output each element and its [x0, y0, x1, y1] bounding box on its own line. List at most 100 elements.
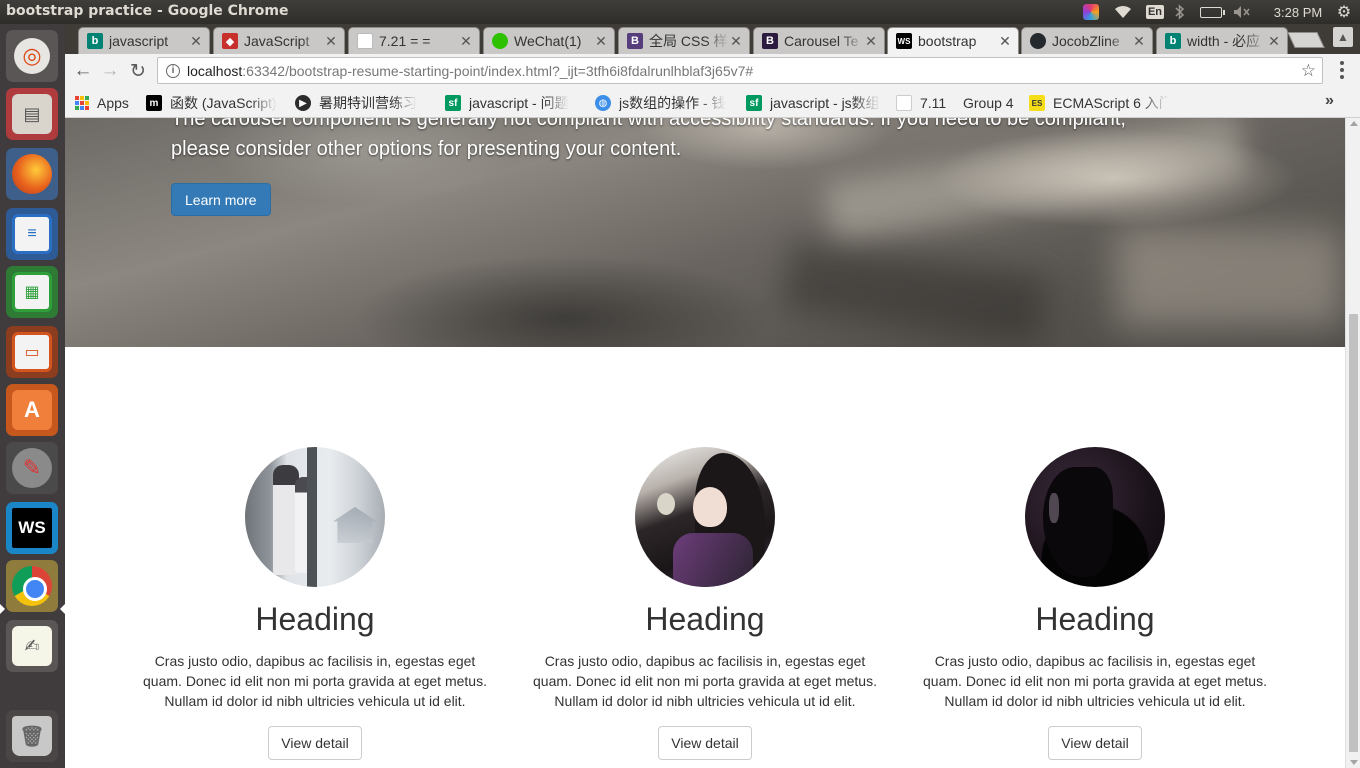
clock[interactable]: 3:28 PM [1268, 2, 1328, 22]
tab-7-21[interactable]: 7.21 = = ✕ [348, 27, 480, 54]
tab-javascript-bing[interactable]: b javascript ✕ [78, 27, 210, 54]
webstorm-icon: WS [896, 33, 912, 49]
battery-icon[interactable] [1198, 2, 1225, 22]
page-scrollbar[interactable] [1345, 118, 1360, 768]
impress-icon: ▭ [12, 332, 52, 372]
launcher-text-editor[interactable]: ✍ [6, 620, 58, 672]
launcher-software[interactable]: A [6, 384, 58, 436]
bluetooth-icon[interactable] [1172, 2, 1188, 22]
launcher-firefox[interactable] [6, 148, 58, 200]
firefox-icon [12, 154, 52, 194]
reload-icon[interactable]: ↻ [125, 58, 151, 84]
launcher-webstorm[interactable]: WS [6, 502, 58, 554]
view-detail-button[interactable]: View detail [268, 726, 362, 760]
chrome-menu-icon[interactable] [1335, 60, 1349, 80]
close-icon[interactable]: ✕ [1132, 33, 1146, 50]
tab-title: width - 必应 [1187, 33, 1261, 49]
bookmark-js-array[interactable]: ◍ js数组的操作 - 钱 [595, 93, 735, 113]
segmentfault-icon: sf [746, 95, 762, 111]
ubuntu-logo-icon: ◎ [14, 38, 50, 74]
bookmark-7-11[interactable]: 7.11 [896, 93, 946, 113]
tab-global-css[interactable]: B 全局 CSS 样 ✕ [618, 27, 750, 54]
tab-github[interactable]: JocobZline ✕ [1021, 27, 1153, 54]
browser-window: b javascript ✕ ◆ JavaScript ✕ 7.21 = = ✕… [65, 24, 1360, 768]
column-text: Cras justo odio, dapibus ac facilisis in… [533, 653, 877, 709]
launcher-calc[interactable]: ▦ [6, 266, 58, 318]
bookmark-sf-javascript-question[interactable]: sf javascript - 问题 [445, 93, 585, 113]
tab-title: bootstrap [918, 33, 977, 49]
bookmark-summer-camp[interactable]: ▶ 暑期特训营练习 [295, 93, 435, 113]
close-icon[interactable]: ✕ [459, 33, 473, 50]
tab-title: JocobZline [1052, 33, 1120, 49]
close-icon[interactable]: ✕ [189, 33, 203, 50]
bookmark-ecmascript6[interactable]: ES ECMAScript 6 入门 [1029, 93, 1169, 113]
close-icon[interactable]: ✕ [729, 33, 743, 50]
site-info-icon[interactable]: i [166, 63, 180, 78]
trash-icon: 🗑 [12, 716, 52, 756]
close-icon[interactable]: ✕ [594, 33, 608, 50]
page-icon [357, 33, 373, 49]
close-icon[interactable]: ✕ [324, 33, 338, 50]
chrome-icon [12, 566, 52, 606]
volume-muted-icon[interactable] [1232, 2, 1252, 22]
bookmark-sf-js-array[interactable]: sf javascript - js数组 [746, 93, 886, 113]
carousel-slide: The carousel component is generally not … [65, 118, 1345, 347]
scrollbar-thumb[interactable] [1349, 314, 1358, 752]
bookmark-label: 7.11 [920, 95, 947, 111]
app-indicator-icon[interactable] [1081, 2, 1101, 22]
bookmarks-overflow-icon[interactable]: » [1325, 92, 1334, 110]
forward-arrow-icon[interactable]: → [97, 58, 123, 84]
view-detail-button[interactable]: View detail [658, 726, 752, 760]
bookmark-label: javascript - 问题 [469, 95, 569, 111]
writer-icon: ≡ [12, 214, 52, 254]
launcher-files[interactable]: ▤ [6, 88, 58, 140]
marketing-column: Heading Cras justo odio, dapibus ac faci… [120, 447, 510, 760]
bookmark-label: ECMAScript 6 入门 [1053, 95, 1169, 111]
tab-carousel-template[interactable]: B Carousel Te ✕ [753, 27, 885, 54]
scroll-up-arrow-icon[interactable] [1350, 121, 1358, 126]
bookmark-apps[interactable]: Apps [75, 93, 129, 113]
keyboard-layout-indicator[interactable]: En [1145, 2, 1165, 22]
launcher-writer[interactable]: ≡ [6, 208, 58, 260]
tab-javascript-runoob[interactable]: ◆ JavaScript ✕ [213, 27, 345, 54]
close-icon[interactable]: ✕ [998, 33, 1012, 50]
launcher-ubuntu-dash[interactable]: ◎ [6, 30, 58, 82]
tab-width-bing[interactable]: b width - 必应 ✕ [1156, 27, 1288, 54]
launcher-trash[interactable]: 🗑 [6, 710, 58, 762]
scroll-down-arrow-icon[interactable] [1350, 760, 1358, 765]
column-heading: Heading [255, 601, 375, 637]
learn-more-button[interactable]: Learn more [171, 183, 271, 216]
tab-wechat[interactable]: WeChat(1) ✕ [483, 27, 615, 54]
bookmark-group-4[interactable]: Group 4 [963, 93, 1014, 113]
url-host: localhost [187, 62, 243, 79]
tab-title: javascript [109, 33, 169, 49]
close-icon[interactable]: ✕ [1267, 33, 1281, 50]
bookmark-label: javascript - js数组 [770, 95, 880, 111]
profile-icon[interactable]: ▲ [1333, 27, 1353, 47]
close-icon[interactable]: ✕ [864, 33, 878, 50]
play-icon: ▶ [295, 95, 311, 111]
bookmark-star-icon[interactable]: ☆ [1301, 61, 1316, 81]
marketing-column: Heading Cras justo odio, dapibus ac faci… [510, 447, 900, 760]
mdn-icon: m [146, 95, 162, 111]
launcher-impress[interactable]: ▭ [6, 326, 58, 378]
tab-title: 7.21 = = [379, 33, 431, 49]
bookmark-label: Apps [97, 95, 129, 111]
address-bar[interactable]: i localhost:63342/bootstrap-resume-start… [157, 57, 1323, 84]
view-detail-button[interactable]: View detail [1048, 726, 1142, 760]
session-gear-icon[interactable]: ⚙ [1334, 2, 1354, 22]
webstorm-icon: WS [12, 508, 52, 548]
wifi-icon[interactable] [1112, 2, 1134, 22]
back-arrow-icon[interactable]: ← [70, 58, 96, 84]
tab-bootstrap-active[interactable]: WS bootstrap ✕ [887, 27, 1019, 54]
column-text: Cras justo odio, dapibus ac facilisis in… [143, 653, 487, 709]
wechat-icon [492, 33, 508, 49]
browser-toolbar: ← → ↻ i localhost:63342/bootstrap-resume… [65, 54, 1360, 87]
bookmark-mdn-functions[interactable]: m 函数 (JavaScript) [146, 93, 286, 113]
marketing-column: Heading Cras justo odio, dapibus ac faci… [900, 447, 1290, 760]
new-tab-button[interactable] [1287, 32, 1325, 48]
launcher-chrome[interactable] [6, 560, 58, 612]
launcher-settings[interactable]: ✎ [6, 442, 58, 494]
avatar-image [245, 447, 385, 587]
bookmark-label: Group 4 [963, 95, 1014, 111]
